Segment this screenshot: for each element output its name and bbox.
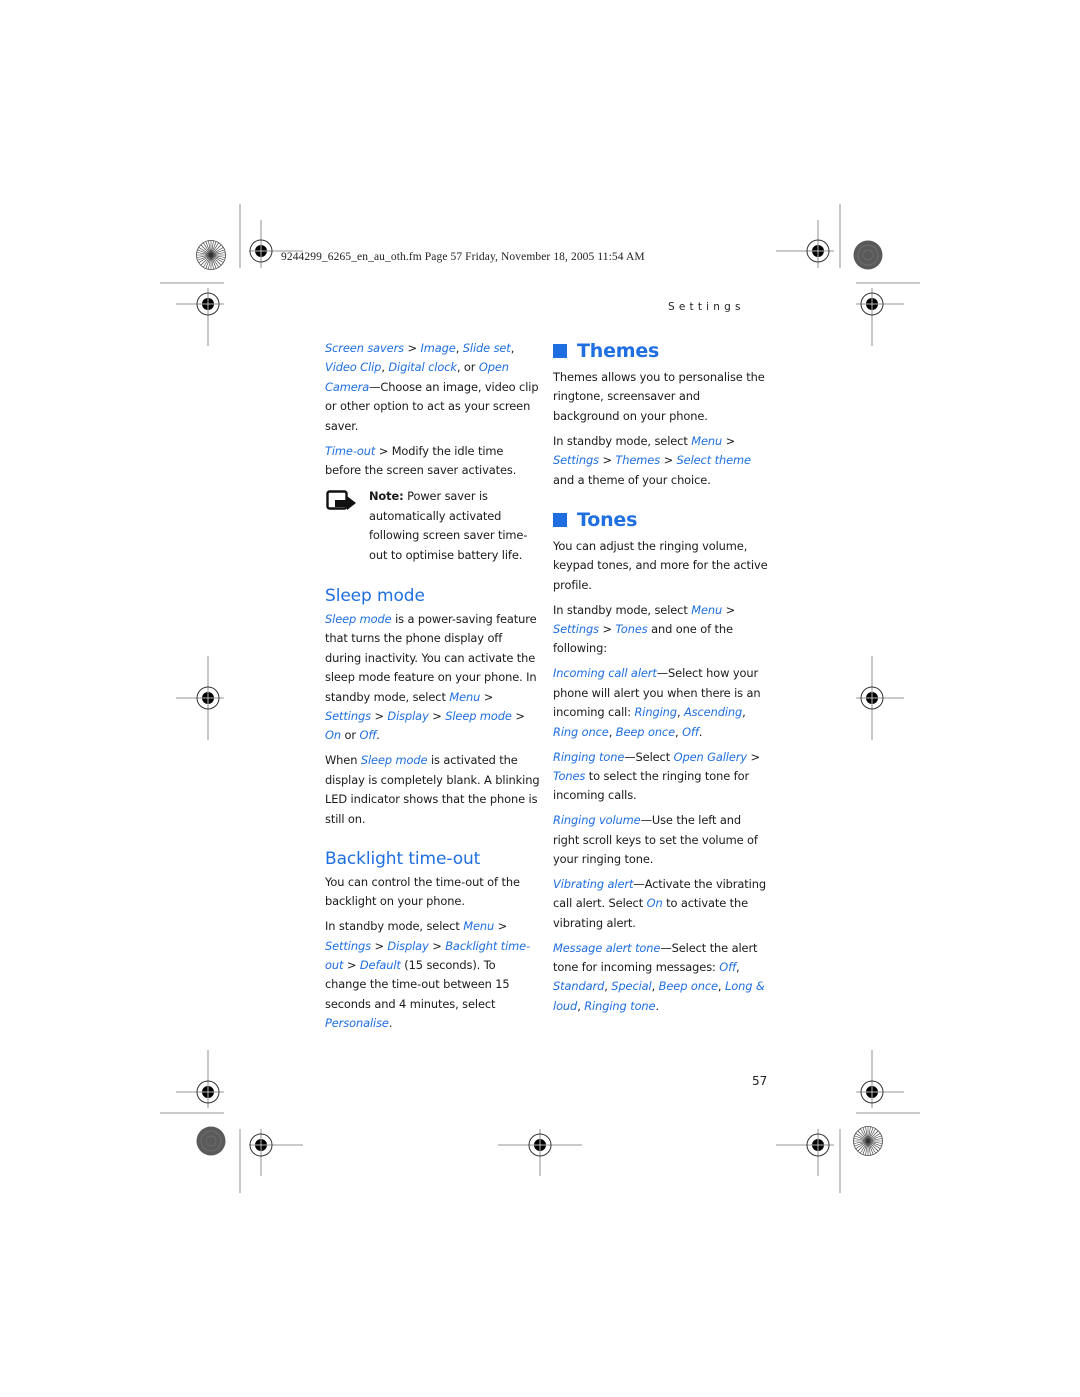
sleep-mode-paragraph-2: When Sleep mode is activated the display…: [325, 751, 540, 829]
link-ringing-volume[interactable]: Ringing volume: [553, 813, 641, 827]
option-ringing-tone[interactable]: Ringing tone: [584, 999, 655, 1013]
link-sleep-mode-option[interactable]: Sleep mode: [445, 709, 512, 723]
link-screen-savers[interactable]: Screen savers: [325, 341, 404, 355]
link-vibrating-alert[interactable]: Vibrating alert: [553, 877, 633, 891]
crop-marks: [160, 204, 920, 1193]
themes-paragraph-2: In standby mode, select Menu > Settings …: [553, 433, 751, 487]
running-header: Settings: [668, 301, 745, 313]
sep: ,: [510, 341, 515, 355]
link-slide-set[interactable]: Slide set: [463, 341, 511, 355]
link-menu[interactable]: Menu: [449, 690, 480, 704]
link-digital-clock[interactable]: Digital clock: [388, 360, 457, 374]
backlight-paragraph-2: In standby mode, select Menu > Settings …: [325, 919, 531, 1031]
link-open-gallery[interactable]: Open Gallery: [674, 750, 748, 764]
link-themes[interactable]: Themes: [615, 453, 660, 467]
link-settings-2[interactable]: Settings: [325, 939, 371, 953]
option-ring-once[interactable]: Ring once: [553, 725, 609, 739]
option-special[interactable]: Special: [611, 979, 651, 993]
section-square-icon: [553, 512, 567, 527]
standby-text: In standby mode, select: [553, 602, 692, 617]
sep: , or: [456, 360, 479, 375]
left-column: Screen savers > Image, Slide set, Video …: [325, 339, 540, 1039]
sleep-mode-heading: Sleep mode: [325, 585, 425, 606]
timeout-paragraph: Time-out > Modify the idle time before t…: [325, 442, 540, 481]
link-default[interactable]: Default: [360, 958, 401, 972]
link-ringing-tone[interactable]: Ringing tone: [553, 750, 624, 764]
note-block: Note: Power saver is automatically activ…: [325, 487, 540, 565]
link-incoming-call-alert[interactable]: Incoming call alert: [553, 666, 657, 680]
link-personalise[interactable]: Personalise: [325, 1016, 389, 1030]
tones-heading: Tones: [553, 508, 768, 532]
themes-paragraph-1: Themes allows you to personalise the rin…: [553, 370, 765, 423]
vibrating-alert-item: Vibrating alert—Activate the vibrating c…: [553, 875, 768, 933]
themes-heading: Themes: [553, 339, 768, 363]
ringing-volume-item: Ringing volume—Use the left and right sc…: [553, 811, 768, 869]
link-tones-2[interactable]: Tones: [553, 769, 585, 783]
note-icon: [326, 490, 358, 518]
themes-post: and a theme of your choice.: [553, 472, 711, 487]
link-on-2[interactable]: On: [647, 896, 663, 910]
when-text: When: [325, 753, 361, 768]
ringing-tone-item: Ringing tone—Select Open Gallery > Tones…: [553, 749, 760, 803]
tones-paragraph-2: In standby mode, select Menu > Settings …: [553, 602, 736, 656]
link-tones[interactable]: Tones: [615, 622, 647, 636]
message-alert-tone-item: Message alert tone—Select the alert tone…: [553, 940, 765, 1013]
link-menu-3[interactable]: Menu: [691, 434, 722, 448]
link-image[interactable]: Image: [421, 341, 456, 355]
link-settings-3[interactable]: Settings: [553, 453, 599, 467]
option-standard[interactable]: Standard: [553, 979, 604, 993]
link-off[interactable]: Off: [360, 728, 377, 742]
sep: >: [404, 341, 421, 355]
link-sleep-mode[interactable]: Sleep mode: [325, 612, 392, 626]
section-square-icon: [553, 344, 567, 358]
link-on[interactable]: On: [325, 728, 341, 742]
backlight-desc: (15 seconds). To change the time-out bet…: [325, 958, 510, 1011]
sleep-mode-paragraph-1: Sleep mode is a power-saving feature tha…: [325, 611, 537, 743]
link-display-2[interactable]: Display: [387, 939, 428, 953]
link-select-theme[interactable]: Select theme: [677, 453, 751, 467]
backlight-heading: Backlight time-out: [325, 848, 481, 869]
option-beep-once[interactable]: Beep once: [616, 725, 675, 739]
tones-title: Tones: [577, 508, 638, 531]
link-video-clip[interactable]: Video Clip: [325, 360, 381, 374]
tones-paragraph-1: You can adjust the ringing volume, keypa…: [553, 538, 768, 592]
standby-text: In standby mode, select: [553, 433, 692, 448]
themes-title: Themes: [577, 340, 660, 362]
link-sleep-mode-2[interactable]: Sleep mode: [361, 753, 428, 767]
link-menu-2[interactable]: Menu: [463, 919, 494, 933]
or-text: or: [341, 728, 360, 743]
incoming-call-alert-item: Incoming call alert—Select how your phon…: [553, 666, 761, 739]
option-off-2[interactable]: Off: [719, 960, 736, 974]
link-time-out[interactable]: Time-out: [325, 444, 375, 458]
option-ringing[interactable]: Ringing: [634, 705, 677, 719]
standby-text: In standby mode, select: [325, 919, 464, 934]
link-settings-4[interactable]: Settings: [553, 622, 599, 636]
link-menu-4[interactable]: Menu: [691, 603, 722, 617]
link-settings[interactable]: Settings: [325, 709, 371, 723]
option-beep-once-2[interactable]: Beep once: [659, 979, 718, 993]
backlight-paragraph-1: You can control the time-out of the back…: [325, 874, 520, 909]
option-ascending[interactable]: Ascending: [684, 705, 742, 719]
note-label: Note:: [369, 489, 404, 504]
link-message-alert-tone[interactable]: Message alert tone: [553, 941, 660, 955]
screen-savers-paragraph: Screen savers > Image, Slide set, Video …: [325, 339, 540, 436]
right-column: Themes Themes allows you to personalise …: [553, 339, 768, 1022]
page-number: 57: [752, 1074, 768, 1088]
ringing-tone-text: —Select: [624, 749, 674, 764]
file-slug: 9244299_6265_en_au_oth.fm Page 57 Friday…: [281, 251, 645, 263]
option-off[interactable]: Off: [682, 725, 699, 739]
link-display[interactable]: Display: [387, 709, 428, 723]
sep: ,: [455, 341, 463, 355]
